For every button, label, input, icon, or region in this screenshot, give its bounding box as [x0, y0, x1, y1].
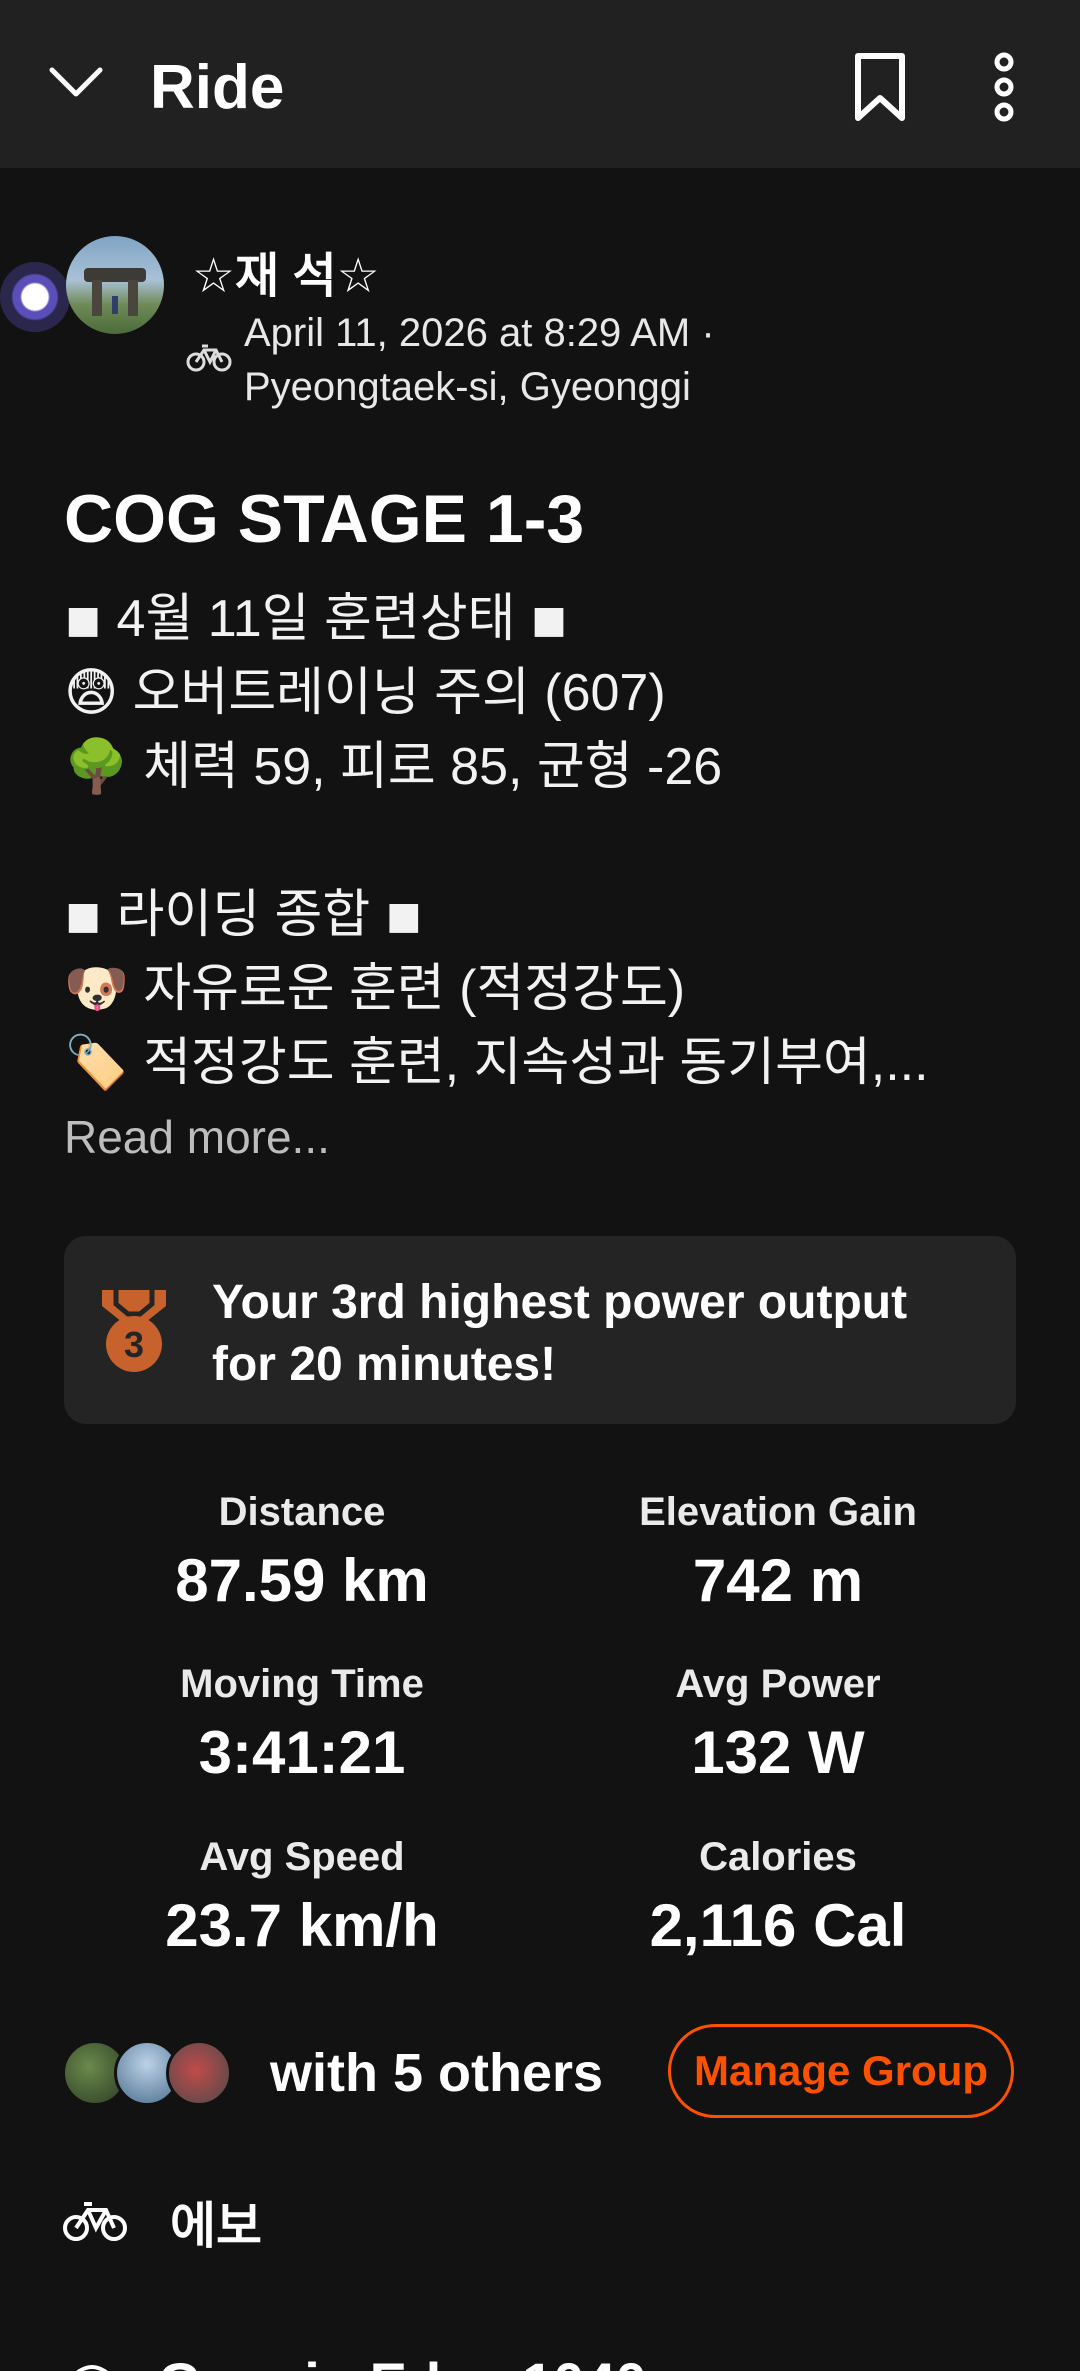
- stat-label: Moving Time: [180, 1662, 424, 1706]
- stat-value: 23.7 km/h: [165, 1892, 439, 1959]
- chevron-down-icon[interactable]: [44, 50, 108, 114]
- activity-date: April 11, 2026 at 8:29 AM ·: [244, 311, 715, 355]
- stat-label: Elevation Gain: [639, 1490, 917, 1534]
- group-summary[interactable]: with 5 others: [270, 2042, 603, 2104]
- manage-group-button[interactable]: Manage Group: [668, 2024, 1014, 2118]
- floating-indicator: [0, 262, 70, 332]
- achievement-card[interactable]: 3 Your 3rd highest power output for 20 m…: [64, 1236, 1016, 1424]
- gear-name: 에보: [170, 2198, 262, 2254]
- athlete-name[interactable]: ☆재 석☆: [192, 236, 380, 306]
- device-name: Garmin Edge 1040: [158, 2350, 647, 2371]
- stat-avg-power: Avg Power 132 W: [540, 1662, 1016, 1787]
- activity-title: COG STAGE 1-3: [64, 481, 585, 557]
- activity-meta: April 11, 2026 at 8:29 AM · Pyeongtaek-s…: [244, 306, 715, 414]
- stat-moving-time: Moving Time 3:41:21: [64, 1662, 540, 1787]
- stat-value: 3:41:21: [198, 1719, 406, 1786]
- group-avatars[interactable]: [62, 2040, 232, 2106]
- activity-location: Pyeongtaek-si, Gyeonggi: [244, 365, 691, 409]
- stat-value: 2,116 Cal: [649, 1892, 907, 1959]
- stat-distance: Distance 87.59 km: [64, 1490, 540, 1615]
- stat-elevation-gain: Elevation Gain 742 m: [540, 1490, 1016, 1615]
- stat-label: Avg Power: [675, 1662, 881, 1706]
- stat-calories: Calories 2,116 Cal: [540, 1835, 1016, 1960]
- top-app-bar: Ride: [0, 0, 1080, 168]
- page-title: Ride: [150, 53, 285, 122]
- stat-label: Calories: [699, 1835, 857, 1879]
- group-avatar: [166, 2040, 232, 2106]
- stat-label: Distance: [218, 1490, 386, 1534]
- stat-avg-speed: Avg Speed 23.7 km/h: [64, 1835, 540, 1960]
- more-options-icon[interactable]: [984, 52, 1024, 122]
- stat-value: 132 W: [691, 1719, 865, 1786]
- stat-value: 87.59 km: [175, 1547, 429, 1614]
- description-line: [64, 804, 1024, 878]
- medal-number: 3: [124, 1324, 144, 1365]
- description-line: ◾ 라이딩 종합 ◾: [64, 886, 423, 944]
- stat-label: Avg Speed: [199, 1835, 405, 1879]
- stat-value: 742 m: [692, 1547, 864, 1614]
- description-line: 🌳 체력 59, 피로 85, 균형 -26: [64, 738, 723, 796]
- activity-description: ◾ 4월 11일 훈련상태 ◾ 😨 오버트레이닝 주의 (607) 🌳 체력 5…: [64, 582, 1024, 1100]
- read-more-link[interactable]: Read more...: [64, 1110, 330, 1164]
- avatar-photo: [84, 268, 146, 316]
- bookmark-icon[interactable]: [848, 52, 912, 122]
- description-line: 😨 오버트레이닝 주의 (607): [64, 664, 666, 722]
- athlete-avatar[interactable]: [66, 236, 164, 334]
- device-icon: [76, 2365, 108, 2371]
- achievement-text: Your 3rd highest power output for 20 min…: [212, 1276, 908, 1391]
- medal-icon: 3: [102, 1290, 166, 1372]
- description-line: 🏷️ 적정강도 훈련, 지속성과 동기부여,...: [64, 1034, 929, 1092]
- description-line: ◾ 4월 11일 훈련상태 ◾: [64, 590, 568, 648]
- bike-icon: [186, 344, 232, 372]
- bike-icon: [63, 2202, 127, 2241]
- device-row[interactable]: Garmin Edge 1040: [62, 2340, 962, 2371]
- description-line: 🐶 자유로운 훈련 (적정강도): [64, 960, 686, 1018]
